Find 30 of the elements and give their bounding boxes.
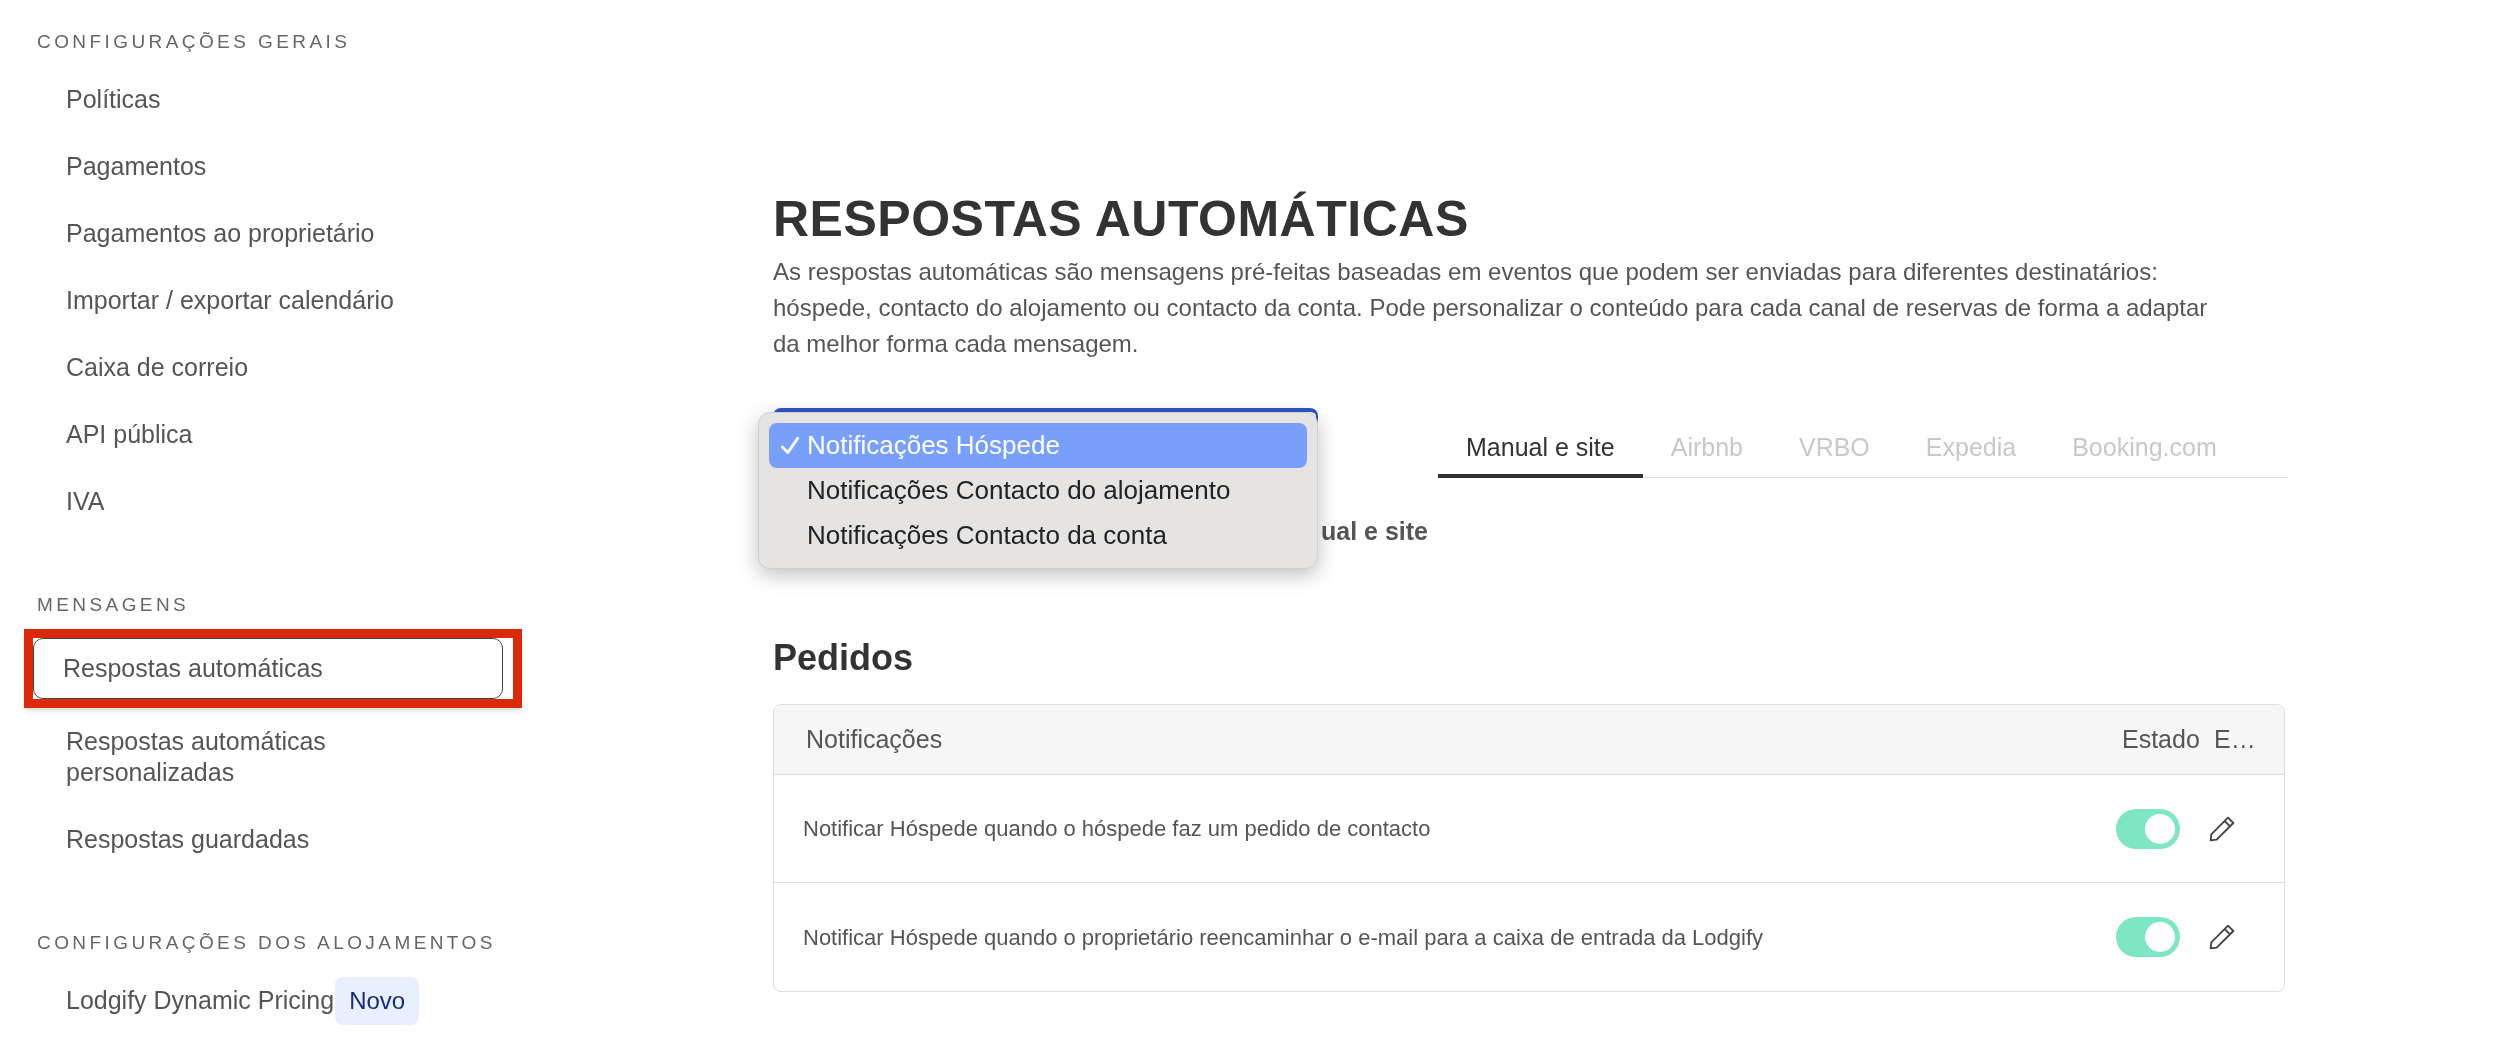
- page-description: As respostas automáticas são mensagens pré-feitas baseadas em eventos que podem ser enviadas para diferentes destinatários: hóspede, contacto do alojamento ou contacto da conta. Pode personalizar o conteúdo para cada canal de reservas de forma a adaptar da melhor forma cada mensagem.: [773, 257, 2209, 359]
- section-title: Pedidos: [773, 636, 915, 680]
- section-heading: CONFIGURAÇÕES DOS ALOJAMENTOS: [36, 931, 497, 955]
- channel-tab[interactable]: Manual e site: [1438, 432, 1643, 478]
- toggle-switch[interactable]: [2116, 917, 2180, 957]
- toggle-switch[interactable]: [2116, 808, 2180, 849]
- table-cell-text: Notificar Hóspede quando o proprietário reencaminhar o e-mail para a caixa de entrada da Lodgify: [803, 923, 1765, 952]
- sidebar-item[interactable]: Respostas automáticas personalizadas: [37, 708, 397, 806]
- sidebar-item[interactable]: Lodgify Dynamic Pricing: [37, 967, 335, 1034]
- sidebar-item[interactable]: Respostas guardadas: [37, 806, 397, 873]
- section-heading: CONFIGURAÇÕES GERAIS: [36, 30, 352, 54]
- section-heading: MENSAGENS: [36, 593, 191, 617]
- check-icon: [779, 434, 801, 457]
- dropdown-option[interactable]: Notificações Contacto do alojamento: [769, 468, 1307, 513]
- column-header: Estado: [2122, 723, 2201, 755]
- sidebar-item[interactable]: IVA: [37, 468, 397, 535]
- page-title: RESPOSTAS AUTOMÁTICAS: [773, 190, 1470, 248]
- sidebar-item[interactable]: API pública: [37, 401, 397, 468]
- sidebar-item[interactable]: Políticas: [37, 66, 397, 133]
- sidebar-item[interactable]: Respostas automáticas: [33, 638, 503, 699]
- sidebar-item[interactable]: Importar / exportar calendário: [37, 267, 397, 334]
- sidebar-item[interactable]: Caixa de correio: [37, 334, 397, 401]
- sidebar-item[interactable]: Pagamentos ao proprietário: [37, 200, 397, 267]
- sidebar-item[interactable]: Pagamentos: [37, 133, 397, 200]
- channel-label: ual e site: [1321, 516, 1428, 546]
- column-header: E…: [2214, 723, 2257, 755]
- dropdown-option[interactable]: Notificações Contacto da conta: [769, 513, 1307, 558]
- table-cell-text: Notificar Hóspede quando o hóspede faz um pedido de contacto: [803, 815, 1432, 843]
- column-header: Notificações: [806, 723, 944, 755]
- new-badge: Novo: [335, 976, 420, 1025]
